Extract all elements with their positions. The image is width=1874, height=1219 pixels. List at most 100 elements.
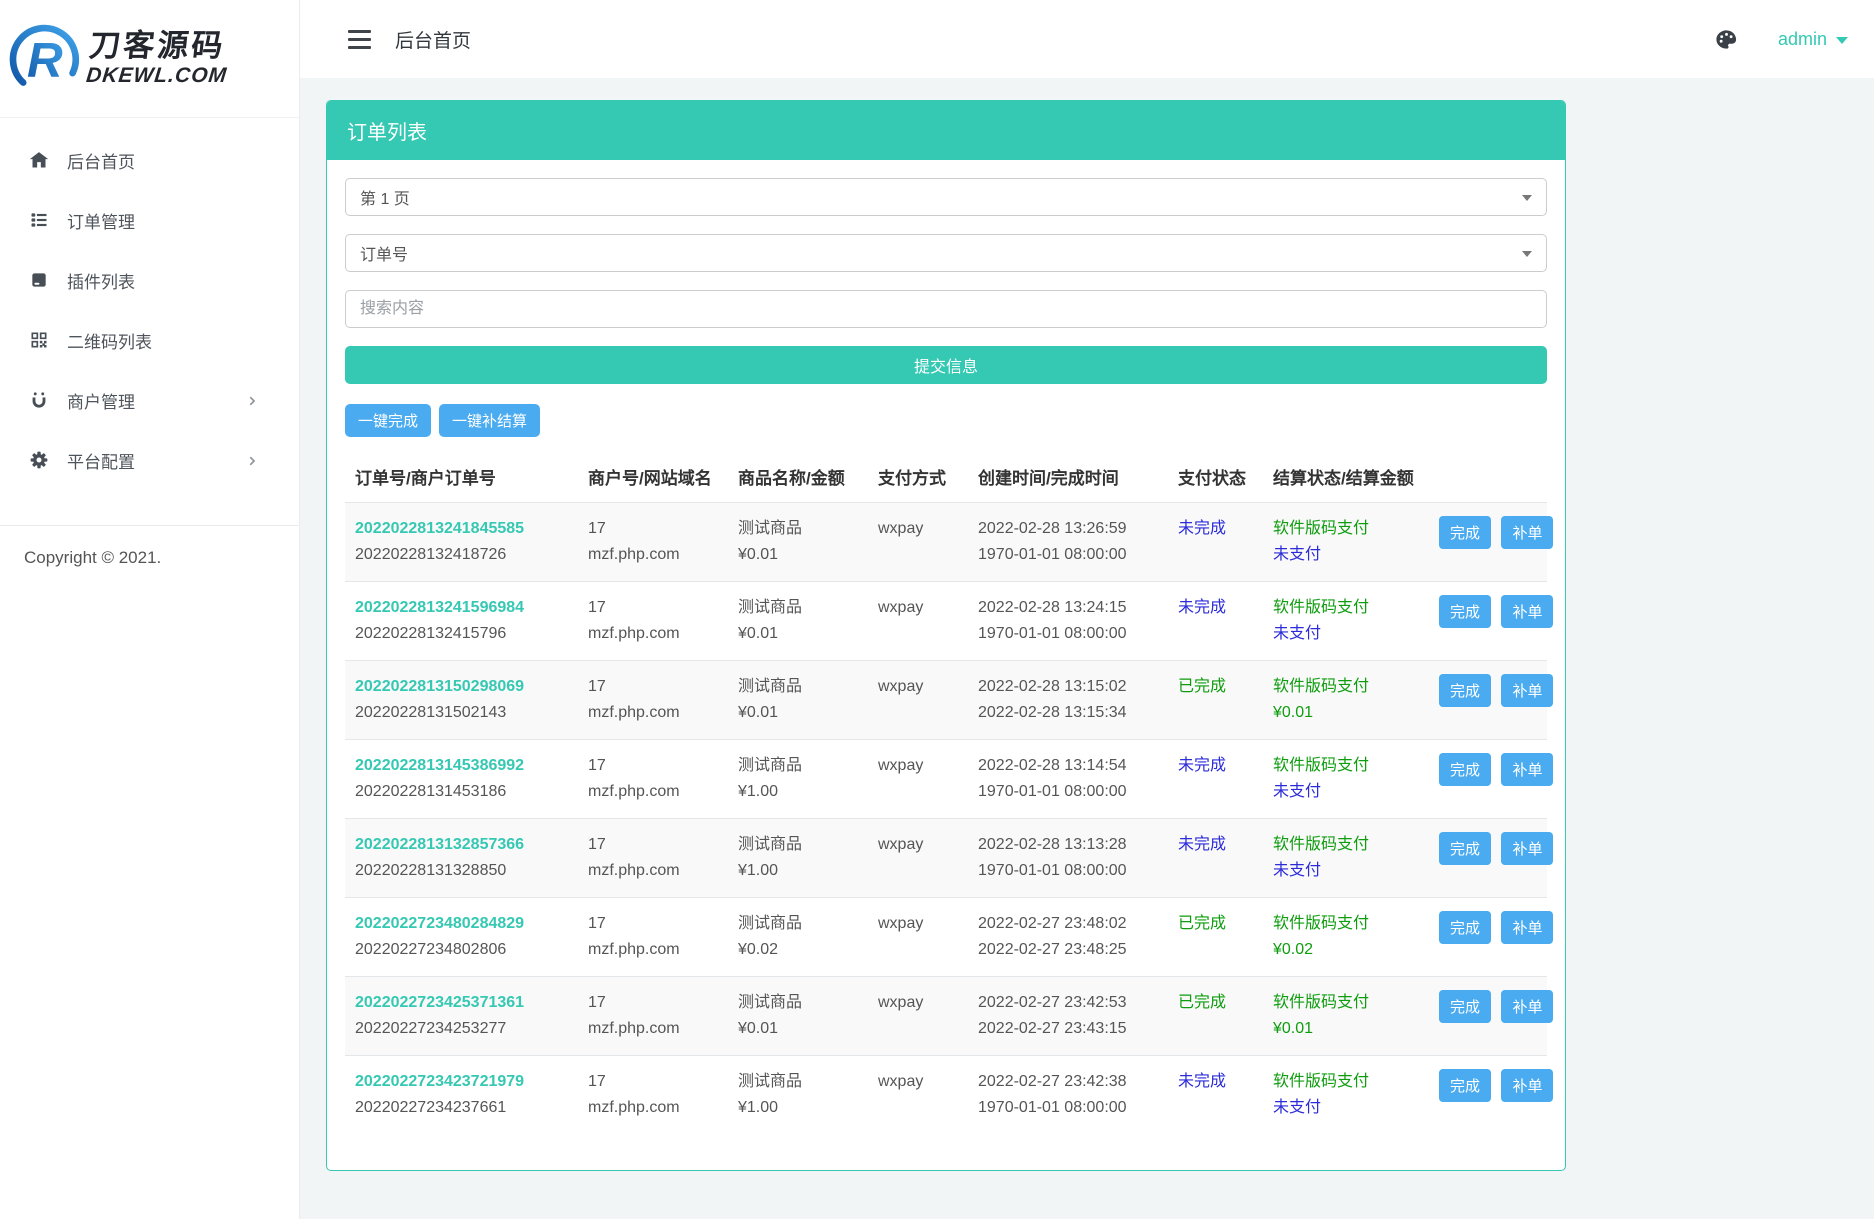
created-time: 2022-02-27 23:42:38 xyxy=(978,1069,1162,1095)
product-name: 测试商品 xyxy=(738,674,862,700)
main-content: 订单列表 第 1 页 订单号 提交信息 一键完成 一键补结算 xyxy=(300,78,1874,1219)
merchant-id: 17 xyxy=(588,832,722,858)
order-number-link[interactable]: 2022022723423721979 xyxy=(355,1073,524,1090)
brand-title: 刀客源码 xyxy=(88,29,232,63)
order-number-link[interactable]: 2022022723480284829 xyxy=(355,915,524,932)
sidebar-item-qrcodes[interactable]: 二维码列表 xyxy=(0,310,299,370)
pay-status: 已完成 xyxy=(1178,915,1226,932)
merchant-id: 17 xyxy=(588,595,722,621)
row-supplement-button[interactable]: 补单 xyxy=(1501,911,1553,944)
home-icon xyxy=(28,149,50,171)
user-menu[interactable]: admin xyxy=(1778,29,1848,50)
row-supplement-button[interactable]: 补单 xyxy=(1501,753,1553,786)
sidebar-item-label: 商户管理 xyxy=(67,388,135,413)
row-complete-button[interactable]: 完成 xyxy=(1439,674,1491,707)
created-time: 2022-02-27 23:48:02 xyxy=(978,911,1162,937)
row-complete-button[interactable]: 完成 xyxy=(1439,516,1491,549)
order-number-link[interactable]: 2022022813132857366 xyxy=(355,836,524,853)
product-name: 测试商品 xyxy=(738,595,862,621)
row-complete-button[interactable]: 完成 xyxy=(1439,832,1491,865)
product-amount: ¥0.02 xyxy=(738,937,862,963)
sidebar-item-merchants[interactable]: 商户管理 xyxy=(0,370,299,430)
col-times: 创建时间/完成时间 xyxy=(970,451,1170,503)
order-number-link[interactable]: 2022022813241845585 xyxy=(355,520,524,537)
merchant-order-number: 20220228132415796 xyxy=(355,621,572,647)
pay-method: wxpay xyxy=(870,503,970,582)
completed-time: 1970-01-01 08:00:00 xyxy=(978,542,1162,568)
plugin-icon xyxy=(28,269,50,291)
created-time: 2022-02-27 23:42:53 xyxy=(978,990,1162,1016)
product-name: 测试商品 xyxy=(738,990,862,1016)
chevron-right-icon xyxy=(245,393,259,407)
merchant-id: 17 xyxy=(588,990,722,1016)
settle-status: 软件版码支付 xyxy=(1273,990,1417,1016)
settle-status: 软件版码支付 xyxy=(1273,753,1417,779)
settle-status: 软件版码支付 xyxy=(1273,832,1417,858)
order-number-link[interactable]: 2022022813150298069 xyxy=(355,678,524,695)
settle-value: 未支付 xyxy=(1273,779,1417,805)
product-amount: ¥1.00 xyxy=(738,779,862,805)
settle-value: ¥0.02 xyxy=(1273,937,1417,963)
search-field-select[interactable]: 订单号 xyxy=(345,234,1547,272)
order-list-panel: 订单列表 第 1 页 订单号 提交信息 一键完成 一键补结算 xyxy=(326,100,1566,1171)
table-row: 2022022813241845585 20220228132418726 17… xyxy=(345,503,1547,582)
col-pay-status: 支付状态 xyxy=(1170,451,1265,503)
search-input[interactable] xyxy=(345,290,1547,328)
row-complete-button[interactable]: 完成 xyxy=(1439,911,1491,944)
sidebar-item-plugins[interactable]: 插件列表 xyxy=(0,250,299,310)
row-supplement-button[interactable]: 补单 xyxy=(1501,516,1553,549)
col-settle: 结算状态/结算金额 xyxy=(1265,451,1425,503)
bulk-complete-button[interactable]: 一键完成 xyxy=(345,404,431,437)
bulk-settle-button[interactable]: 一键补结算 xyxy=(439,404,540,437)
order-number-link[interactable]: 2022022813241596984 xyxy=(355,599,524,616)
product-amount: ¥0.01 xyxy=(738,621,862,647)
submit-button[interactable]: 提交信息 xyxy=(345,346,1547,384)
order-number-link[interactable]: 2022022813145386992 xyxy=(355,757,524,774)
breadcrumb: 后台首页 xyxy=(395,26,471,53)
palette-icon[interactable] xyxy=(1715,28,1738,51)
pay-status: 已完成 xyxy=(1178,994,1226,1011)
col-actions xyxy=(1425,451,1547,503)
completed-time: 1970-01-01 08:00:00 xyxy=(978,779,1162,805)
product-name: 测试商品 xyxy=(738,911,862,937)
sidebar-item-label: 二维码列表 xyxy=(67,328,152,353)
row-complete-button[interactable]: 完成 xyxy=(1439,1069,1491,1102)
settle-value: ¥0.01 xyxy=(1273,1016,1417,1042)
row-complete-button[interactable]: 完成 xyxy=(1439,990,1491,1023)
table-header-row: 订单号/商户订单号 商户号/网站域名 商品名称/金额 支付方式 创建时间/完成时… xyxy=(345,451,1547,503)
order-table: 订单号/商户订单号 商户号/网站域名 商品名称/金额 支付方式 创建时间/完成时… xyxy=(345,451,1547,1134)
settle-value: 未支付 xyxy=(1273,621,1417,647)
page-select[interactable]: 第 1 页 xyxy=(345,178,1547,216)
merchant-order-number: 20220227234802806 xyxy=(355,937,572,963)
merchant-order-number: 20220228131502143 xyxy=(355,700,572,726)
table-row: 2022022813145386992 20220228131453186 17… xyxy=(345,740,1547,819)
order-table-body: 2022022813241845585 20220228132418726 17… xyxy=(345,503,1547,1135)
sidebar-item-orders[interactable]: 订单管理 xyxy=(0,190,299,250)
pay-method: wxpay xyxy=(870,582,970,661)
product-amount: ¥1.00 xyxy=(738,1095,862,1121)
row-supplement-button[interactable]: 补单 xyxy=(1501,832,1553,865)
created-time: 2022-02-28 13:26:59 xyxy=(978,516,1162,542)
order-number-link[interactable]: 2022022723425371361 xyxy=(355,994,524,1011)
sidebar-item-home[interactable]: 后台首页 xyxy=(0,130,299,190)
row-supplement-button[interactable]: 补单 xyxy=(1501,595,1553,628)
site-domain: mzf.php.com xyxy=(588,1095,722,1121)
merchant-order-number: 20220227234237661 xyxy=(355,1095,572,1121)
gear-icon xyxy=(28,449,50,471)
table-row: 2022022813132857366 20220228131328850 17… xyxy=(345,819,1547,898)
brand-logo[interactable]: R 刀客源码 DKEWL.COM xyxy=(0,0,299,118)
site-domain: mzf.php.com xyxy=(588,937,722,963)
table-row: 2022022723423721979 20220227234237661 17… xyxy=(345,1056,1547,1135)
merchant-id: 17 xyxy=(588,1069,722,1095)
row-complete-button[interactable]: 完成 xyxy=(1439,595,1491,628)
completed-time: 1970-01-01 08:00:00 xyxy=(978,858,1162,884)
row-supplement-button[interactable]: 补单 xyxy=(1501,674,1553,707)
row-supplement-button[interactable]: 补单 xyxy=(1501,1069,1553,1102)
site-domain: mzf.php.com xyxy=(588,700,722,726)
row-complete-button[interactable]: 完成 xyxy=(1439,753,1491,786)
hamburger-icon[interactable] xyxy=(348,30,371,49)
row-supplement-button[interactable]: 补单 xyxy=(1501,990,1553,1023)
settle-status: 软件版码支付 xyxy=(1273,516,1417,542)
product-amount: ¥0.01 xyxy=(738,700,862,726)
sidebar-item-platform-config[interactable]: 平台配置 xyxy=(0,430,299,490)
